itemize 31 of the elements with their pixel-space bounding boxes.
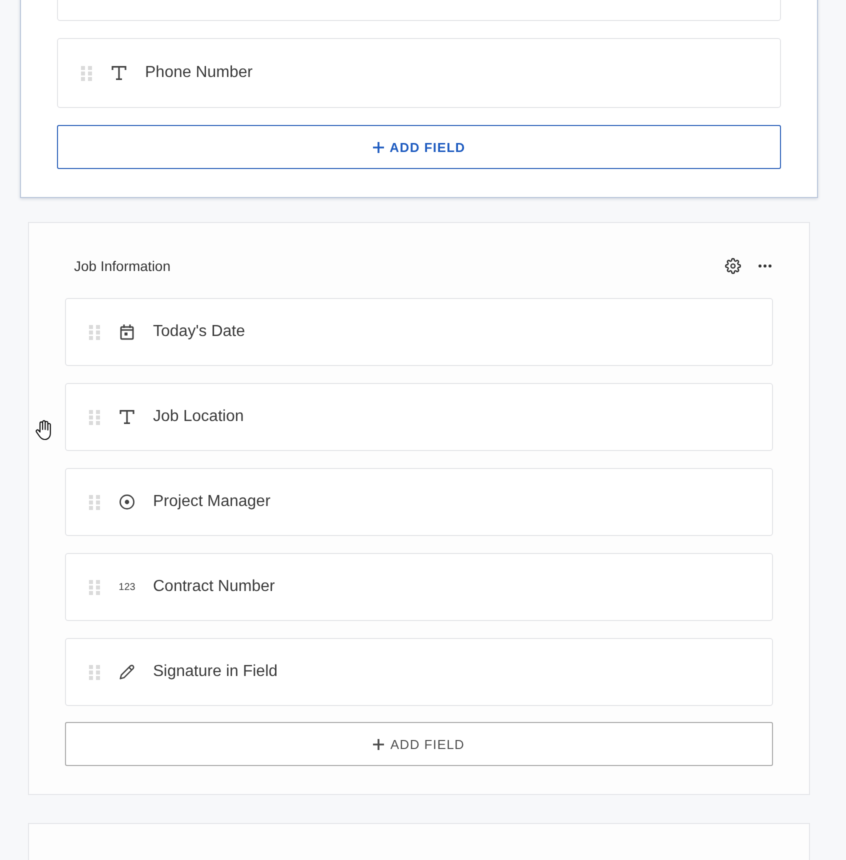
pencil-icon — [119, 664, 135, 680]
field-label: Signature in Field — [153, 663, 278, 681]
field-row[interactable]: 123 Contract Number — [65, 553, 773, 621]
drag-handle-icon[interactable] — [89, 324, 100, 340]
drag-handle-icon[interactable] — [89, 580, 100, 594]
section-title: Job Information — [74, 258, 170, 274]
text-type-icon — [111, 65, 127, 81]
number-type-label: 123 — [118, 582, 136, 592]
field-label: Contract Number — [153, 578, 275, 596]
calendar-icon — [120, 324, 134, 340]
add-field-button[interactable]: ADD FIELD — [57, 125, 781, 169]
drag-handle-icon[interactable] — [89, 664, 100, 680]
field-row[interactable]: Project Manager — [65, 468, 773, 536]
field-label: Phone Number — [145, 64, 253, 82]
drag-handle-icon[interactable] — [81, 66, 92, 80]
add-field-button[interactable]: ADD FIELD — [65, 722, 773, 766]
field-label: Project Manager — [153, 493, 270, 511]
field-label: Job Location — [153, 408, 244, 426]
plus-icon — [373, 738, 384, 750]
field-row[interactable]: Today's Date — [65, 298, 773, 366]
more-options-icon[interactable] — [758, 264, 772, 268]
text-type-icon — [119, 409, 135, 425]
plus-icon — [372, 142, 384, 152]
drag-handle-icon[interactable] — [89, 494, 100, 510]
field-row[interactable]: Phone Number — [57, 38, 781, 108]
field-label: Today's Date — [153, 323, 245, 341]
radio-icon — [119, 494, 135, 510]
drag-handle-icon[interactable] — [89, 410, 100, 424]
settings-icon[interactable] — [725, 258, 741, 274]
field-row[interactable]: Signature in Field — [65, 638, 773, 706]
field-row[interactable]: Job Location — [65, 383, 773, 451]
